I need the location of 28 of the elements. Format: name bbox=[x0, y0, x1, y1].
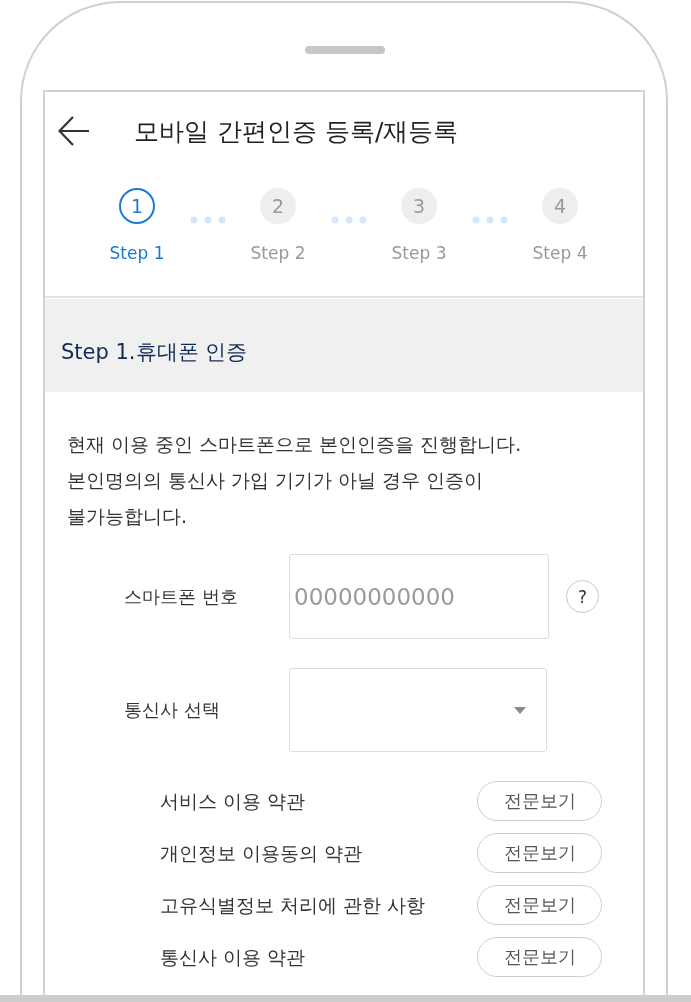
phone-number-field[interactable]: 00000000000 bbox=[289, 554, 549, 639]
ellipsis-icon bbox=[189, 216, 226, 224]
step-indicator: 2 bbox=[260, 188, 296, 224]
step-indicator: 4 bbox=[542, 188, 578, 224]
view-full-text-button[interactable]: 전문보기 bbox=[477, 781, 602, 821]
view-full-text-button[interactable]: 전문보기 bbox=[477, 833, 602, 873]
page-title: 모바일 간편인증 등록/재등록 bbox=[134, 115, 459, 148]
terms-label: 서비스 이용 약관 bbox=[160, 789, 305, 814]
step-label: Step 2 bbox=[250, 242, 306, 264]
step-indicator: 1 bbox=[119, 188, 155, 224]
ellipsis-icon bbox=[330, 216, 367, 224]
step-label: Step 4 bbox=[532, 242, 588, 264]
step-indicator: 3 bbox=[401, 188, 437, 224]
view-full-text-button[interactable]: 전문보기 bbox=[477, 885, 602, 925]
field-label: 스마트폰 번호 bbox=[124, 584, 238, 609]
terms-label: 고유식별정보 처리에 관한 사항 bbox=[160, 893, 425, 918]
section-title: Step 1.휴대폰 인증 bbox=[61, 340, 248, 364]
step-label: Step 1 bbox=[109, 242, 165, 264]
terms-label: 통신사 이용 약관 bbox=[160, 945, 305, 970]
field-label: 통신사 선택 bbox=[124, 698, 220, 722]
step-label: Step 3 bbox=[391, 242, 447, 264]
description-text: 현재 이용 중인 스마트폰으로 본인인증을 진행합니다. 본인명의의 통신사 가입 기기가 아닐 경우 인증이 불가능합니다. bbox=[67, 432, 522, 529]
terms-label: 개인정보 이용동의 약관 bbox=[160, 841, 362, 866]
back-arrow-icon[interactable] bbox=[58, 116, 90, 146]
help-button[interactable]: ? bbox=[566, 580, 599, 613]
caret-icon bbox=[514, 706, 526, 714]
ellipsis-icon bbox=[471, 216, 508, 224]
view-full-text-button[interactable]: 전문보기 bbox=[477, 937, 602, 977]
